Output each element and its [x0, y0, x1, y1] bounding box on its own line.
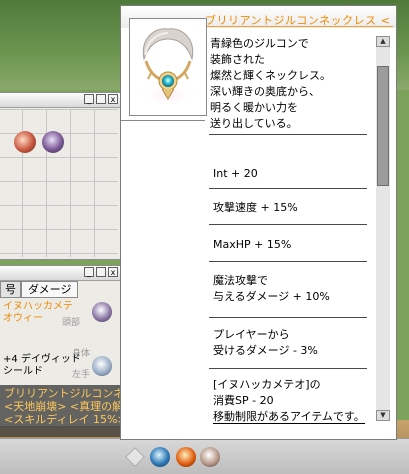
property-maxhp: MaxHP + 15% — [213, 238, 292, 251]
property-damage-taken-1: プレイヤーから — [213, 328, 290, 341]
diamond-icon — [125, 447, 145, 467]
property-skill-1: [イヌハッカメテオ]の — [213, 378, 321, 391]
property-int: Int + 20 — [213, 167, 258, 180]
maximize-button[interactable] — [96, 267, 106, 277]
property-magic-damage-2: 与えるダメージ + 10% — [213, 290, 330, 303]
slot-label-head: 頭部 — [62, 318, 81, 328]
scroll-down-button[interactable]: ▼ — [376, 410, 390, 421]
description-scrollbar[interactable]: ▲ ▼ — [376, 36, 390, 421]
inventory-item-icon[interactable] — [42, 131, 64, 153]
section-divider — [209, 134, 367, 135]
inventory-titlebar[interactable]: _ x — [0, 93, 120, 108]
property-aspd: 攻撃速度 + 15% — [213, 201, 298, 214]
section-divider — [209, 261, 367, 262]
section-divider — [209, 224, 367, 225]
section-divider — [209, 368, 367, 369]
equip-shield-name[interactable]: +4 デイヴィッド シールド — [3, 354, 81, 378]
shield-icon[interactable] — [92, 356, 112, 376]
inventory-item-icon[interactable] — [14, 131, 36, 153]
equipment-titlebar[interactable]: _ x — [0, 266, 120, 281]
equipment-tabs: 号 ダメージ — [0, 281, 79, 298]
property-skill-2: 消費SP - 20 — [213, 394, 274, 407]
tab-status[interactable]: 号 — [0, 281, 21, 298]
maximize-button[interactable] — [96, 94, 106, 104]
movement-restriction-note: 移動制限があるアイテムです。 — [213, 410, 365, 424]
close-button[interactable]: x — [108, 94, 118, 104]
inventory-window[interactable]: _ x — [0, 92, 121, 260]
fire-icon[interactable] — [176, 447, 196, 467]
item-description-window[interactable]: ブリリアントジルコンネックレス < 青緑色のジルコンで 装飾された 燦然と輝くネ… — [120, 5, 397, 440]
item-image-frame — [129, 18, 207, 116]
inventory-grid[interactable] — [0, 109, 118, 257]
image-divider — [121, 120, 205, 121]
scroll-up-button[interactable]: ▲ — [376, 36, 390, 47]
quick-slot-bar — [0, 438, 409, 474]
slot-label-left-hand: 左手 — [72, 370, 91, 380]
section-divider — [209, 317, 367, 318]
tab-damage[interactable]: ダメージ — [21, 281, 79, 298]
minimize-button[interactable]: _ — [84, 267, 94, 277]
close-button[interactable]: x — [108, 267, 118, 277]
item-description: 青緑色のジルコンで 装飾された 燦然と輝くネックレス。 深い輝きの奥底から、 明… — [210, 37, 331, 130]
blue-orb-icon[interactable] — [150, 447, 170, 467]
section-divider — [209, 188, 367, 189]
property-damage-taken-2: 受けるダメージ - 3% — [213, 344, 318, 357]
minimize-button[interactable]: _ — [84, 94, 94, 104]
zircon-necklace-icon — [136, 28, 200, 107]
potion-icon[interactable] — [200, 447, 220, 467]
scroll-thumb[interactable] — [377, 66, 389, 186]
title-underline — [205, 26, 393, 27]
property-magic-damage-1: 魔法攻撃で — [213, 274, 268, 287]
helm-icon[interactable] — [92, 302, 112, 322]
